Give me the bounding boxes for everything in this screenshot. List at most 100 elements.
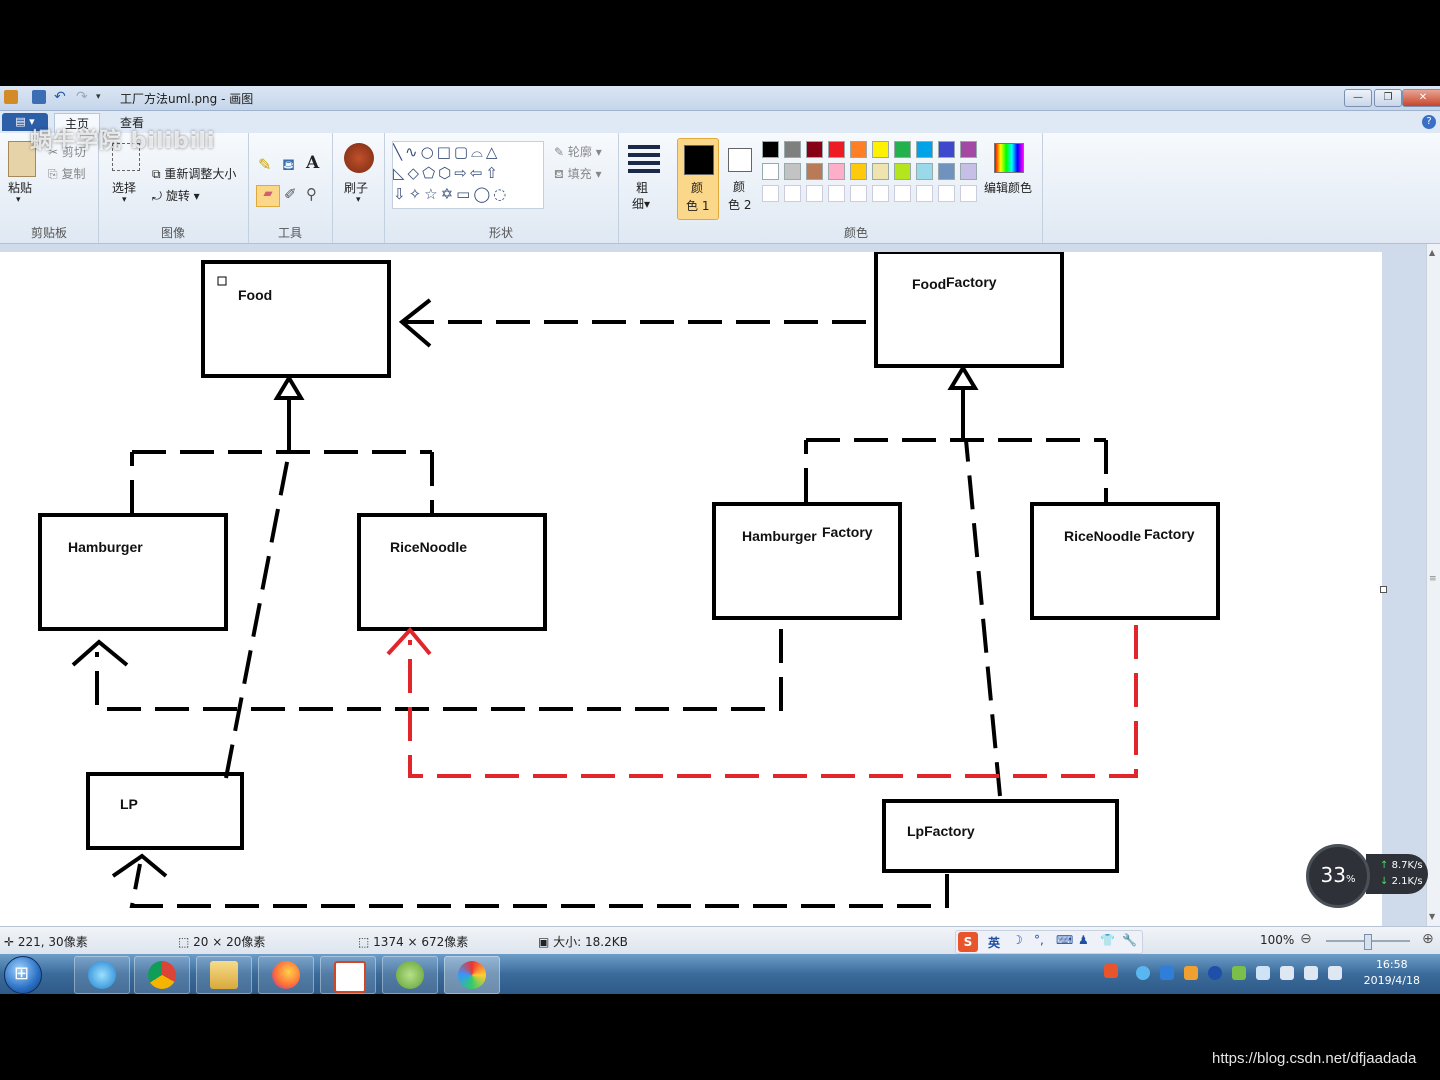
tray-water-icon[interactable]: [1136, 966, 1150, 980]
copy-button[interactable]: ⎘ 复制: [48, 165, 85, 182]
color2-button[interactable]: 颜 色 2: [722, 138, 758, 218]
start-button[interactable]: ⊞: [4, 956, 42, 994]
rotate-button[interactable]: ⤾ 旋转 ▾: [152, 187, 200, 204]
close-button[interactable]: ✕: [1402, 89, 1440, 107]
size-label-thin[interactable]: 细▾: [632, 195, 650, 212]
ime-language[interactable]: 英: [988, 934, 1000, 951]
redo-icon[interactable]: ↷: [76, 90, 90, 104]
edit-colors-icon[interactable]: [994, 143, 1024, 173]
palette-swatch[interactable]: [894, 185, 911, 202]
network-icon[interactable]: [1304, 966, 1318, 980]
paste-dropdown-icon[interactable]: ▾: [16, 195, 21, 205]
tray-sogou-icon[interactable]: [1104, 964, 1118, 978]
network-speed-widget[interactable]: ↑ 8.7K/s ↓ 2.1K/s 33%: [1306, 844, 1430, 908]
paste-button[interactable]: 粘贴: [8, 179, 32, 196]
scroll-up-icon[interactable]: ▲: [1429, 248, 1435, 257]
palette-swatch[interactable]: [806, 163, 823, 180]
palette-swatch[interactable]: [894, 163, 911, 180]
palette-swatch[interactable]: [894, 141, 911, 158]
volume-icon[interactable]: [1328, 966, 1342, 980]
bluetooth-icon[interactable]: [1208, 966, 1222, 980]
palette-swatch[interactable]: [938, 141, 955, 158]
zoom-slider-thumb[interactable]: [1364, 934, 1372, 950]
tray-display-icon[interactable]: [1256, 966, 1270, 980]
color-picker-icon[interactable]: ✐: [284, 185, 297, 203]
palette-swatch[interactable]: [916, 141, 933, 158]
undo-icon[interactable]: ↶: [54, 90, 68, 104]
canvas-resize-handle[interactable]: [1380, 586, 1387, 593]
color1-button[interactable]: 颜 色 1: [677, 138, 719, 220]
clock[interactable]: 16:58 2019/4/18: [1364, 957, 1420, 989]
tray-shield-icon[interactable]: [1160, 966, 1174, 980]
taskbar-powerpoint[interactable]: [320, 956, 376, 994]
palette-swatch[interactable]: [828, 185, 845, 202]
brushes-dropdown-icon[interactable]: ▾: [356, 195, 361, 205]
save-icon[interactable]: [32, 90, 46, 104]
palette-swatch[interactable]: [938, 185, 955, 202]
palette-swatch[interactable]: [828, 163, 845, 180]
tray-usb-icon[interactable]: [1280, 966, 1294, 980]
magnifier-icon[interactable]: ⚲: [306, 185, 317, 203]
ime-keyboard-icon[interactable]: ⌨: [1056, 933, 1073, 947]
ime-tools-icon[interactable]: 🔧: [1122, 933, 1137, 947]
tray-security-icon[interactable]: [1232, 966, 1246, 980]
palette-swatch[interactable]: [762, 141, 779, 158]
taskbar-spring-tool[interactable]: [382, 956, 438, 994]
drawing-canvas[interactable]: Food Food Factory Hamburger RiceNoodle H…: [0, 252, 1387, 926]
palette-swatch[interactable]: [960, 141, 977, 158]
palette-swatch[interactable]: [872, 185, 889, 202]
palette-swatch[interactable]: [850, 163, 867, 180]
palette-swatch[interactable]: [806, 185, 823, 202]
scroll-grip-icon[interactable]: ≡: [1429, 574, 1437, 584]
taskbar-ie[interactable]: [74, 956, 130, 994]
palette-swatch[interactable]: [784, 163, 801, 180]
palette-swatch[interactable]: [872, 141, 889, 158]
eraser-icon[interactable]: ▰: [256, 185, 280, 207]
selection-handle[interactable]: [217, 276, 227, 286]
taskbar-chrome[interactable]: [134, 956, 190, 994]
line-size-icon[interactable]: [628, 145, 660, 175]
taskbar-explorer[interactable]: [196, 956, 252, 994]
brush-icon[interactable]: [344, 143, 374, 173]
ime-skin-icon[interactable]: 👕: [1100, 933, 1115, 947]
edit-colors-button[interactable]: 编辑颜色: [984, 179, 1032, 196]
help-icon[interactable]: ?: [1422, 115, 1436, 129]
tray-app-icon[interactable]: [1184, 966, 1198, 980]
resize-button[interactable]: ⧉ 重新调整大小: [152, 165, 236, 182]
select-dropdown-icon[interactable]: ▾: [122, 195, 127, 205]
outline-button[interactable]: ✎ 轮廓 ▾: [554, 143, 602, 160]
fill-bucket-icon[interactable]: ⛾: [282, 155, 295, 176]
palette-swatch[interactable]: [784, 141, 801, 158]
palette-swatch[interactable]: [960, 185, 977, 202]
pencil-icon[interactable]: ✎: [258, 155, 271, 174]
palette-swatch[interactable]: [938, 163, 955, 180]
sogou-ime-icon[interactable]: S: [958, 932, 978, 952]
shapes-gallery[interactable]: ╲∿○□▢⌓△ ◺◇⬠⬡⇨⇦⇧ ⇩✧☆✡▭◯◌: [392, 141, 544, 209]
palette-swatch[interactable]: [762, 185, 779, 202]
palette-swatch[interactable]: [960, 163, 977, 180]
palette-swatch[interactable]: [850, 185, 867, 202]
maximize-button[interactable]: ❐: [1374, 89, 1402, 107]
ime-toolbar[interactable]: S 英 ☽ °, ⌨ ♟ 👕 🔧: [955, 930, 1143, 954]
palette-swatch[interactable]: [762, 163, 779, 180]
scroll-down-icon[interactable]: ▼: [1429, 912, 1435, 921]
ime-halfwidth-icon[interactable]: ☽: [1012, 933, 1023, 947]
minimize-button[interactable]: —: [1344, 89, 1372, 107]
ime-user-icon[interactable]: ♟: [1078, 933, 1089, 947]
customize-toolbar-icon[interactable]: ▾: [96, 90, 110, 104]
size-label-thick[interactable]: 粗: [636, 179, 648, 196]
palette-swatch[interactable]: [806, 141, 823, 158]
zoom-in-icon[interactable]: ⊕: [1422, 931, 1434, 947]
select-button[interactable]: 选择: [112, 179, 136, 196]
palette-swatch[interactable]: [872, 163, 889, 180]
fill-button[interactable]: ⛾ 填充 ▾: [554, 165, 602, 183]
palette-swatch[interactable]: [916, 185, 933, 202]
vertical-scrollbar[interactable]: ▲ ≡ ▼: [1426, 244, 1440, 926]
taskbar-paint[interactable]: [444, 956, 500, 994]
taskbar-firefox[interactable]: [258, 956, 314, 994]
zoom-out-icon[interactable]: ⊖: [1300, 931, 1312, 947]
palette-swatch[interactable]: [850, 141, 867, 158]
ime-punctuation-icon[interactable]: °,: [1034, 933, 1044, 947]
palette-swatch[interactable]: [828, 141, 845, 158]
palette-swatch[interactable]: [916, 163, 933, 180]
